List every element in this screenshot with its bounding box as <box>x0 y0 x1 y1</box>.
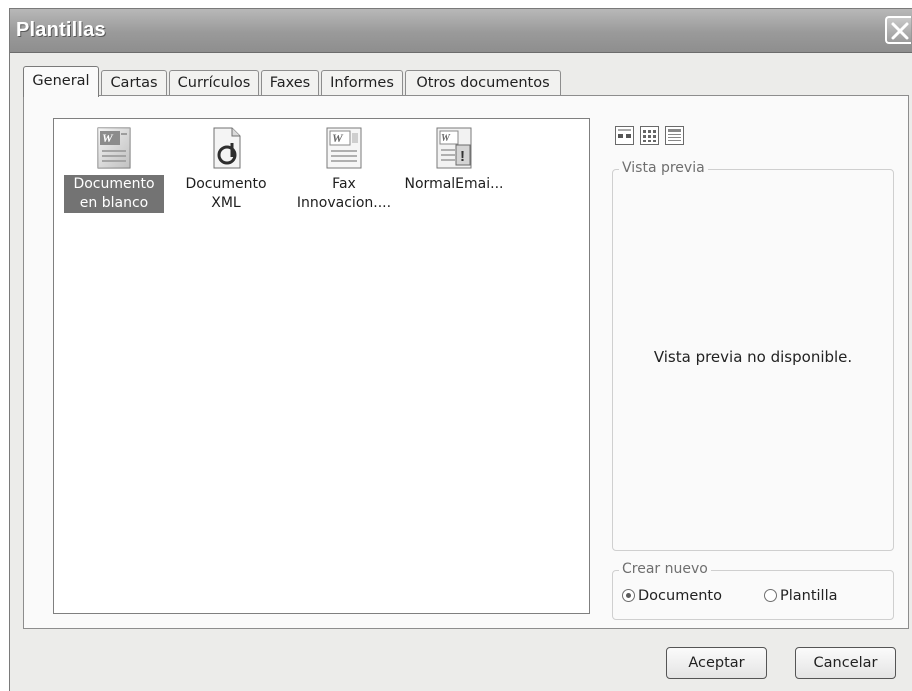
tab-informes[interactable]: Informes <box>321 70 403 96</box>
preview-group: Vista previa Vista previa no disponible. <box>612 160 894 551</box>
radio-button-checked[interactable] <box>622 589 635 602</box>
tab-otros-documentos[interactable]: Otros documentos <box>405 70 561 96</box>
cancel-button[interactable]: Cancelar <box>795 647 896 679</box>
tab-cartas[interactable]: Cartas <box>101 70 167 96</box>
template-label: NormalEmai... <box>404 176 504 192</box>
xml-document-icon <box>206 125 246 171</box>
create-new-group: Crear nuevo Documento Plantilla <box>612 561 894 620</box>
svg-text:W: W <box>332 131 344 145</box>
template-item-documento-xml[interactable]: Documento XML <box>171 125 281 213</box>
large-icons-view-button[interactable] <box>615 126 634 145</box>
template-list[interactable]: W Documento en blanco Documento XML W Fa… <box>53 118 590 614</box>
svg-text:W: W <box>441 133 451 144</box>
tab-panel-general: W Documento en blanco Documento XML W Fa… <box>23 95 909 629</box>
dialog-title: Plantillas <box>16 19 106 41</box>
template-label: Documento en blanco <box>64 175 164 213</box>
templates-dialog: Plantillas General Cartas Currículos Fax… <box>9 8 912 691</box>
tab-faxes[interactable]: Faxes <box>261 70 319 96</box>
email-template-icon: W ! <box>434 125 474 171</box>
preview-message: Vista previa no disponible. <box>653 348 853 366</box>
tab-general[interactable]: General <box>23 66 99 97</box>
details-view-button[interactable] <box>665 126 684 145</box>
template-label: Fax Innovacion.... <box>296 176 392 211</box>
radio-plantilla[interactable]: Plantilla <box>764 588 838 604</box>
radio-documento-label: Documento <box>638 588 722 604</box>
template-item-documento-en-blanco[interactable]: W Documento en blanco <box>59 125 169 213</box>
list-view-button[interactable] <box>640 126 659 145</box>
radio-documento[interactable]: Documento <box>622 588 722 604</box>
word-document-icon: W <box>94 125 134 171</box>
template-item-normalemail[interactable]: W ! NormalEmai... <box>399 125 509 194</box>
tab-curriculos[interactable]: Currículos <box>169 70 259 96</box>
ok-button[interactable]: Aceptar <box>666 647 767 679</box>
title-bar[interactable]: Plantillas <box>10 9 912 53</box>
radio-plantilla-label: Plantilla <box>780 588 838 604</box>
svg-text:!: ! <box>460 148 465 165</box>
create-new-group-label: Crear nuevo <box>619 561 711 577</box>
template-item-fax-innovacion[interactable]: W Fax Innovacion.... <box>289 125 399 213</box>
template-label: Documento XML <box>185 176 267 211</box>
preview-group-label: Vista previa <box>619 160 708 176</box>
list-view-icon <box>640 126 659 145</box>
details-view-icon <box>665 126 684 145</box>
word-template-icon: W <box>324 125 364 171</box>
radio-button-unchecked[interactable] <box>764 589 777 602</box>
svg-text:W: W <box>102 131 114 145</box>
large-icons-view-icon <box>615 126 634 145</box>
close-icon <box>891 22 909 40</box>
close-button[interactable] <box>885 16 911 44</box>
